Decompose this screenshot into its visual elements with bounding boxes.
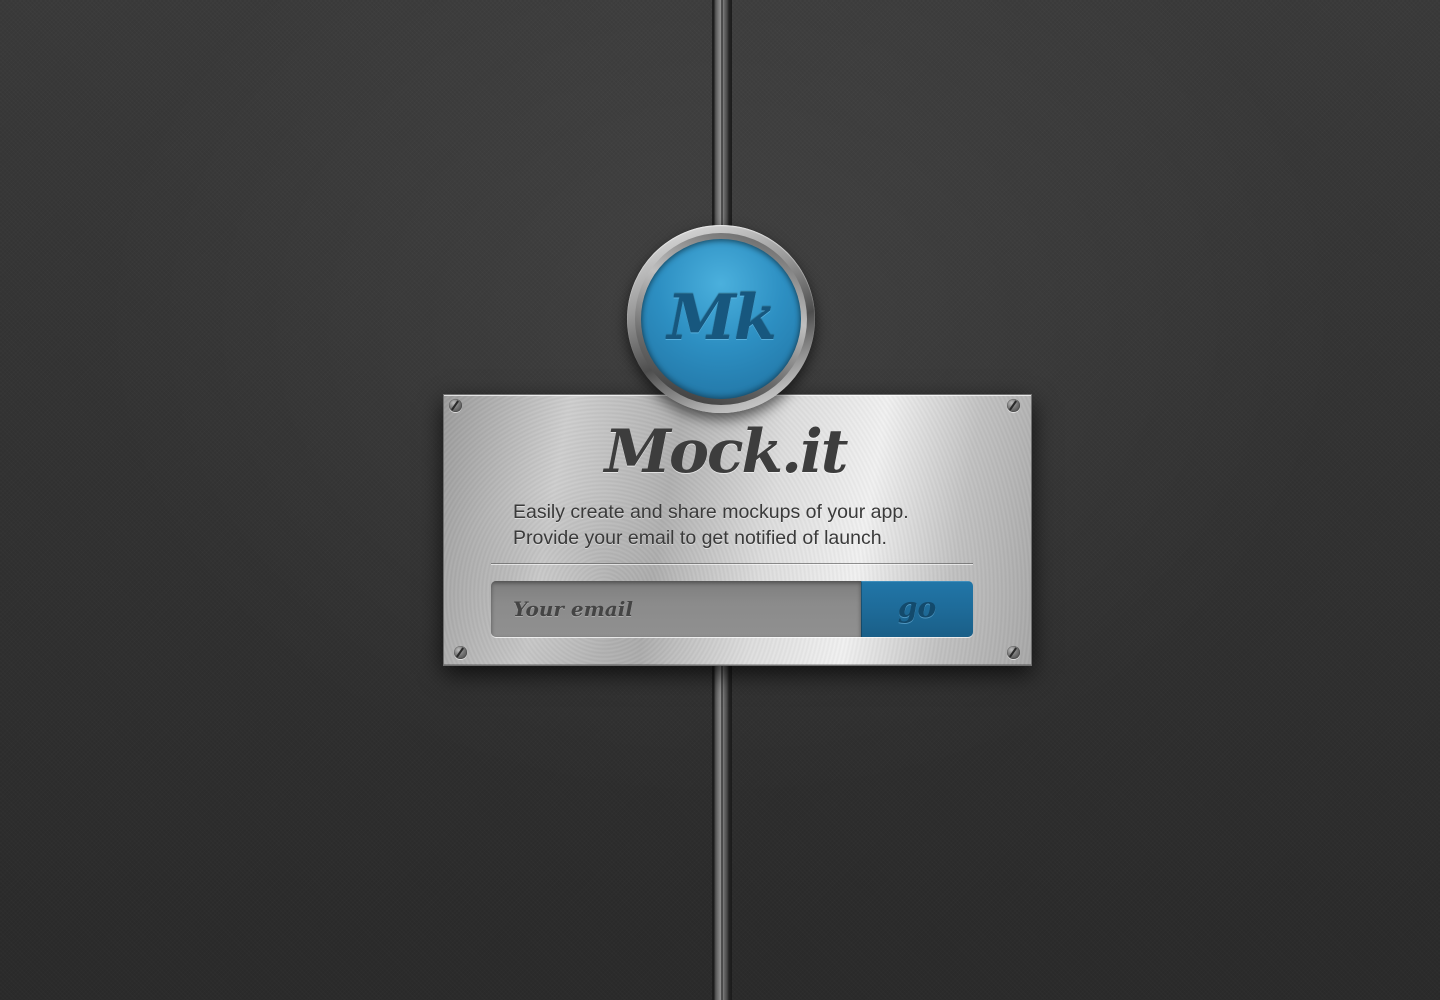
screw-icon (1007, 399, 1020, 412)
description-line-1: Easily create and share mockups of your … (513, 501, 909, 523)
description-line-2: Provide your email to get notified of la… (513, 527, 887, 549)
app-title: Mock.it (604, 417, 849, 487)
logo-badge: Mk (627, 225, 815, 413)
signup-plate: Mock.it Easily create and share mockups … (443, 394, 1032, 666)
app-description: Easily create and share mockups of your … (513, 499, 993, 551)
logo-badge-face: Mk (641, 239, 801, 399)
screw-icon (1007, 646, 1020, 659)
divider (491, 563, 973, 565)
screw-icon (449, 399, 462, 412)
signup-form: go (491, 581, 973, 637)
go-button[interactable]: go (861, 581, 973, 637)
logo-monogram: Mk (667, 280, 777, 354)
screw-icon (454, 646, 467, 659)
email-field[interactable] (491, 581, 861, 637)
